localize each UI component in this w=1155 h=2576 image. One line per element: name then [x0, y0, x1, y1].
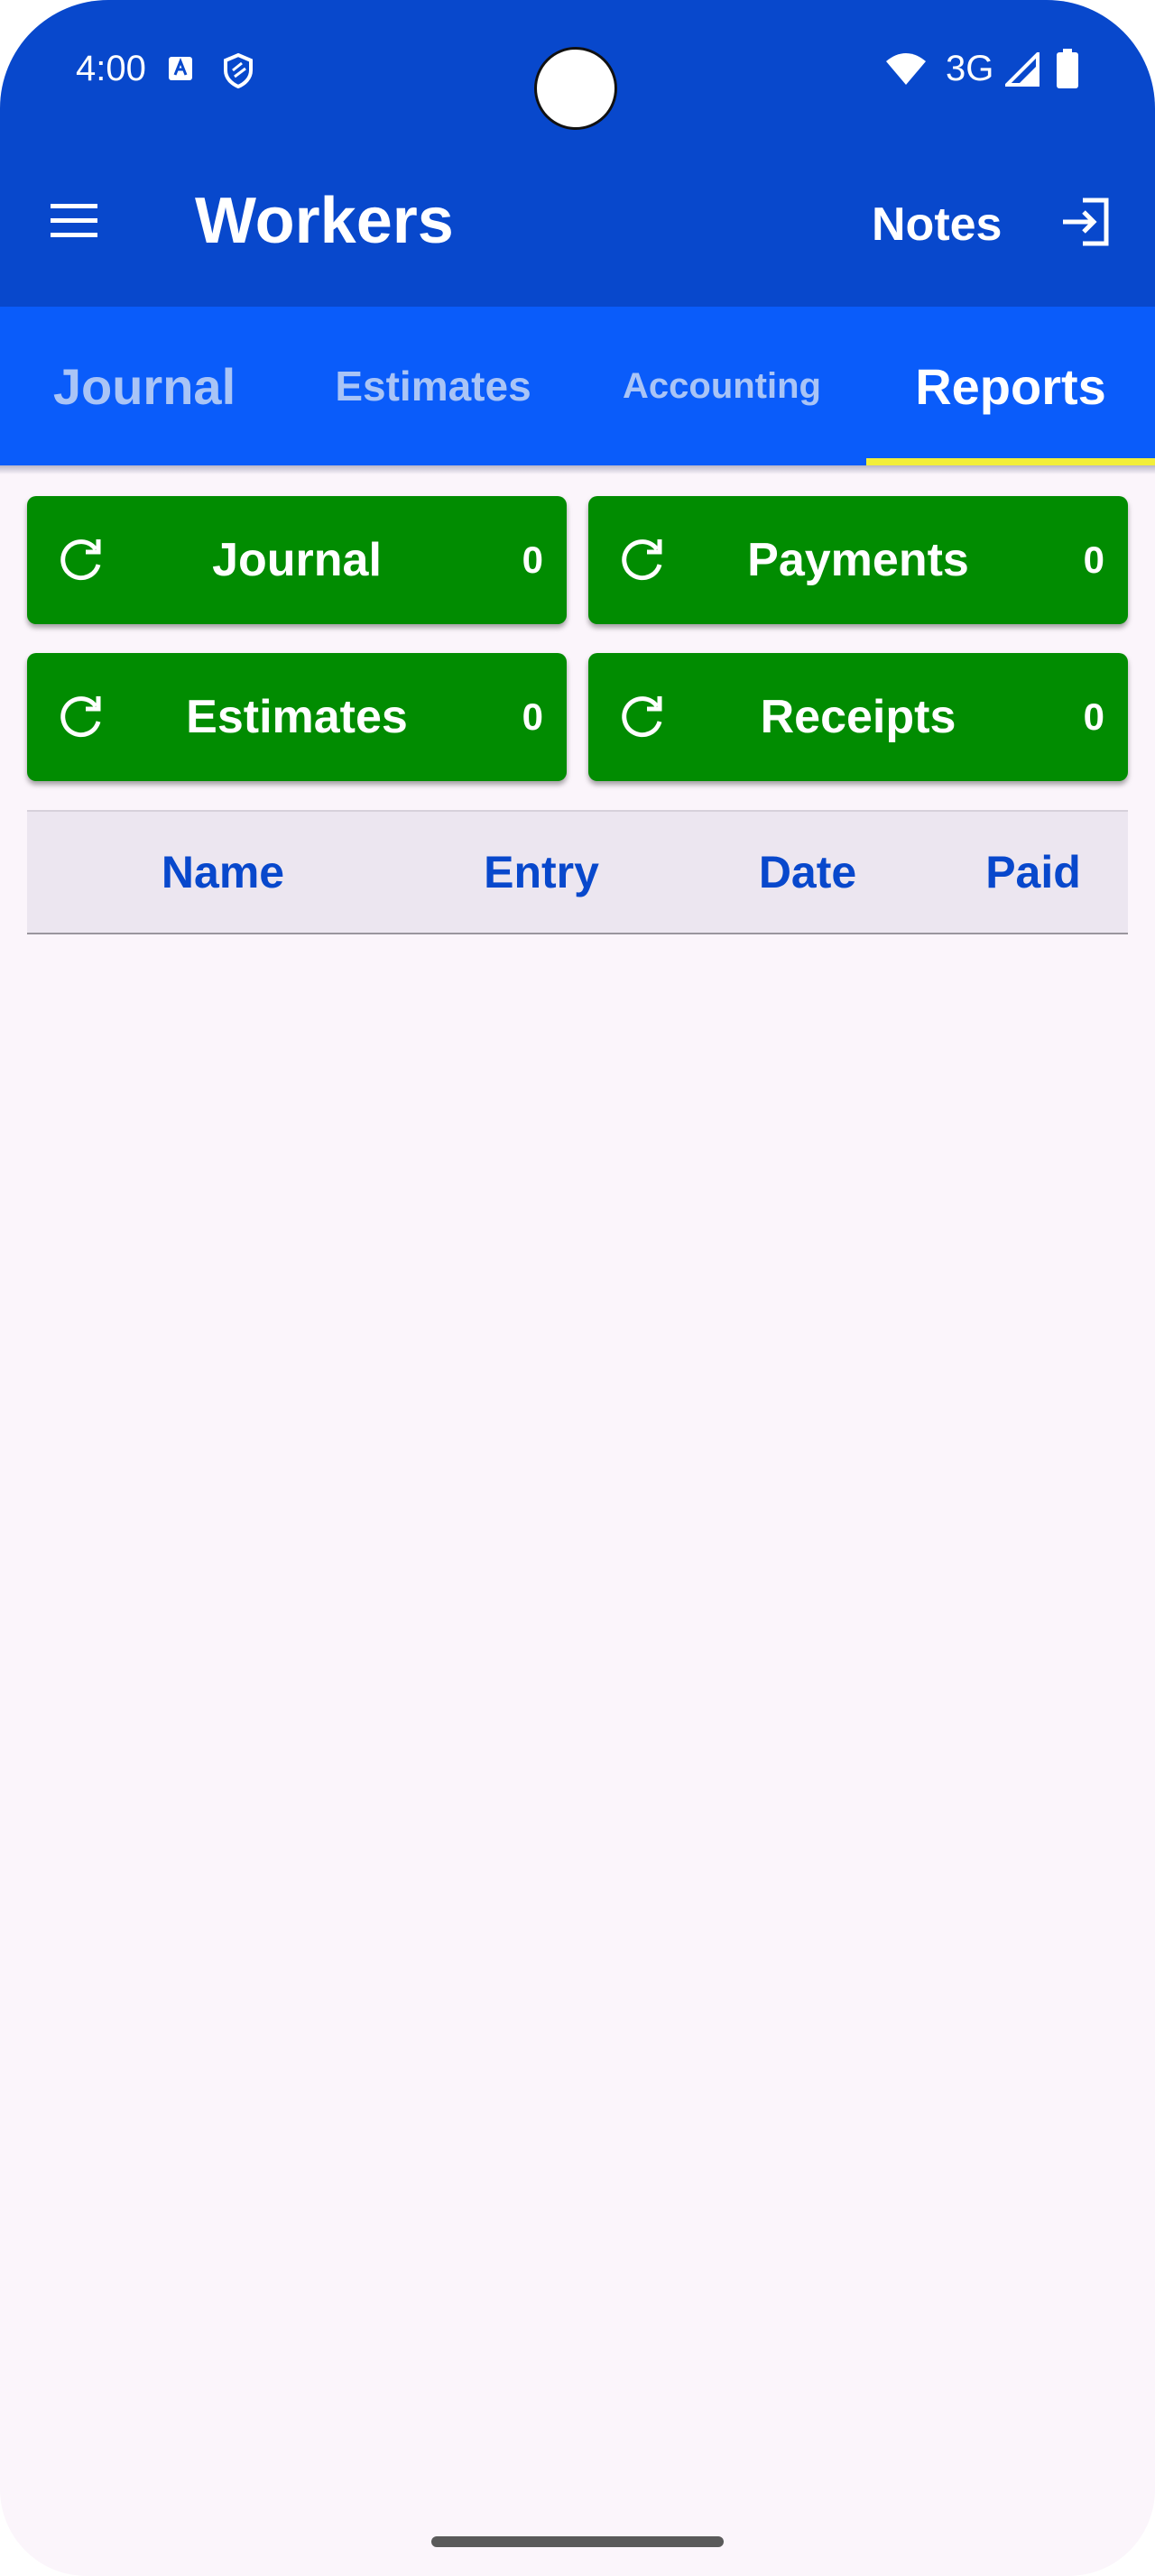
tab-bar: Journal Estimates Accounting Reports: [0, 307, 1155, 465]
button-count: 0: [1083, 695, 1104, 738]
refresh-icon: [622, 539, 662, 581]
battery-icon: [1057, 49, 1078, 88]
payments-report-button[interactable]: Payments 0: [588, 496, 1128, 624]
button-label: Estimates: [186, 691, 408, 743]
estimates-report-button[interactable]: Estimates 0: [27, 653, 567, 781]
network-type: 3G: [946, 49, 994, 88]
button-count: 0: [522, 695, 543, 738]
shield-icon: [224, 52, 253, 88]
notes-button[interactable]: Notes: [872, 193, 1002, 256]
signal-icon: [1005, 52, 1040, 87]
status-time: 4:00: [76, 49, 146, 88]
column-header-paid[interactable]: Paid: [938, 812, 1128, 933]
a-badge-icon: [169, 57, 192, 80]
table-header: Name Entry Date Paid: [27, 810, 1128, 934]
button-label: Journal: [212, 534, 382, 586]
tab-reports[interactable]: Reports: [866, 307, 1155, 465]
refresh-icon: [60, 539, 101, 581]
app-bar: 4:00 3G Workers Notes: [0, 0, 1155, 307]
phone-screen: 4:00 3G Workers Notes Journal Estimates …: [0, 0, 1155, 2576]
page-title: Workers: [195, 185, 454, 257]
camera-cutout: [534, 47, 617, 130]
button-label: Receipts: [760, 691, 956, 743]
tab-accounting[interactable]: Accounting: [578, 307, 866, 465]
receipts-report-button[interactable]: Receipts 0: [588, 653, 1128, 781]
tab-estimates[interactable]: Estimates: [289, 307, 578, 465]
column-header-entry[interactable]: Entry: [415, 812, 668, 933]
menu-icon[interactable]: [47, 200, 101, 242]
refresh-icon: [622, 696, 662, 738]
refresh-icon: [60, 696, 101, 738]
home-indicator[interactable]: [431, 2536, 724, 2547]
column-header-name[interactable]: Name: [81, 812, 365, 933]
column-header-date[interactable]: Date: [695, 812, 920, 933]
exit-icon[interactable]: [1059, 195, 1113, 249]
journal-report-button[interactable]: Journal 0: [27, 496, 567, 624]
tab-journal[interactable]: Journal: [0, 307, 289, 465]
wifi-icon: [886, 53, 926, 85]
button-count: 0: [522, 538, 543, 581]
tab-indicator: [866, 458, 1155, 465]
button-count: 0: [1083, 538, 1104, 581]
tab-bar-shadow: [0, 465, 1155, 474]
button-label: Payments: [747, 534, 969, 586]
